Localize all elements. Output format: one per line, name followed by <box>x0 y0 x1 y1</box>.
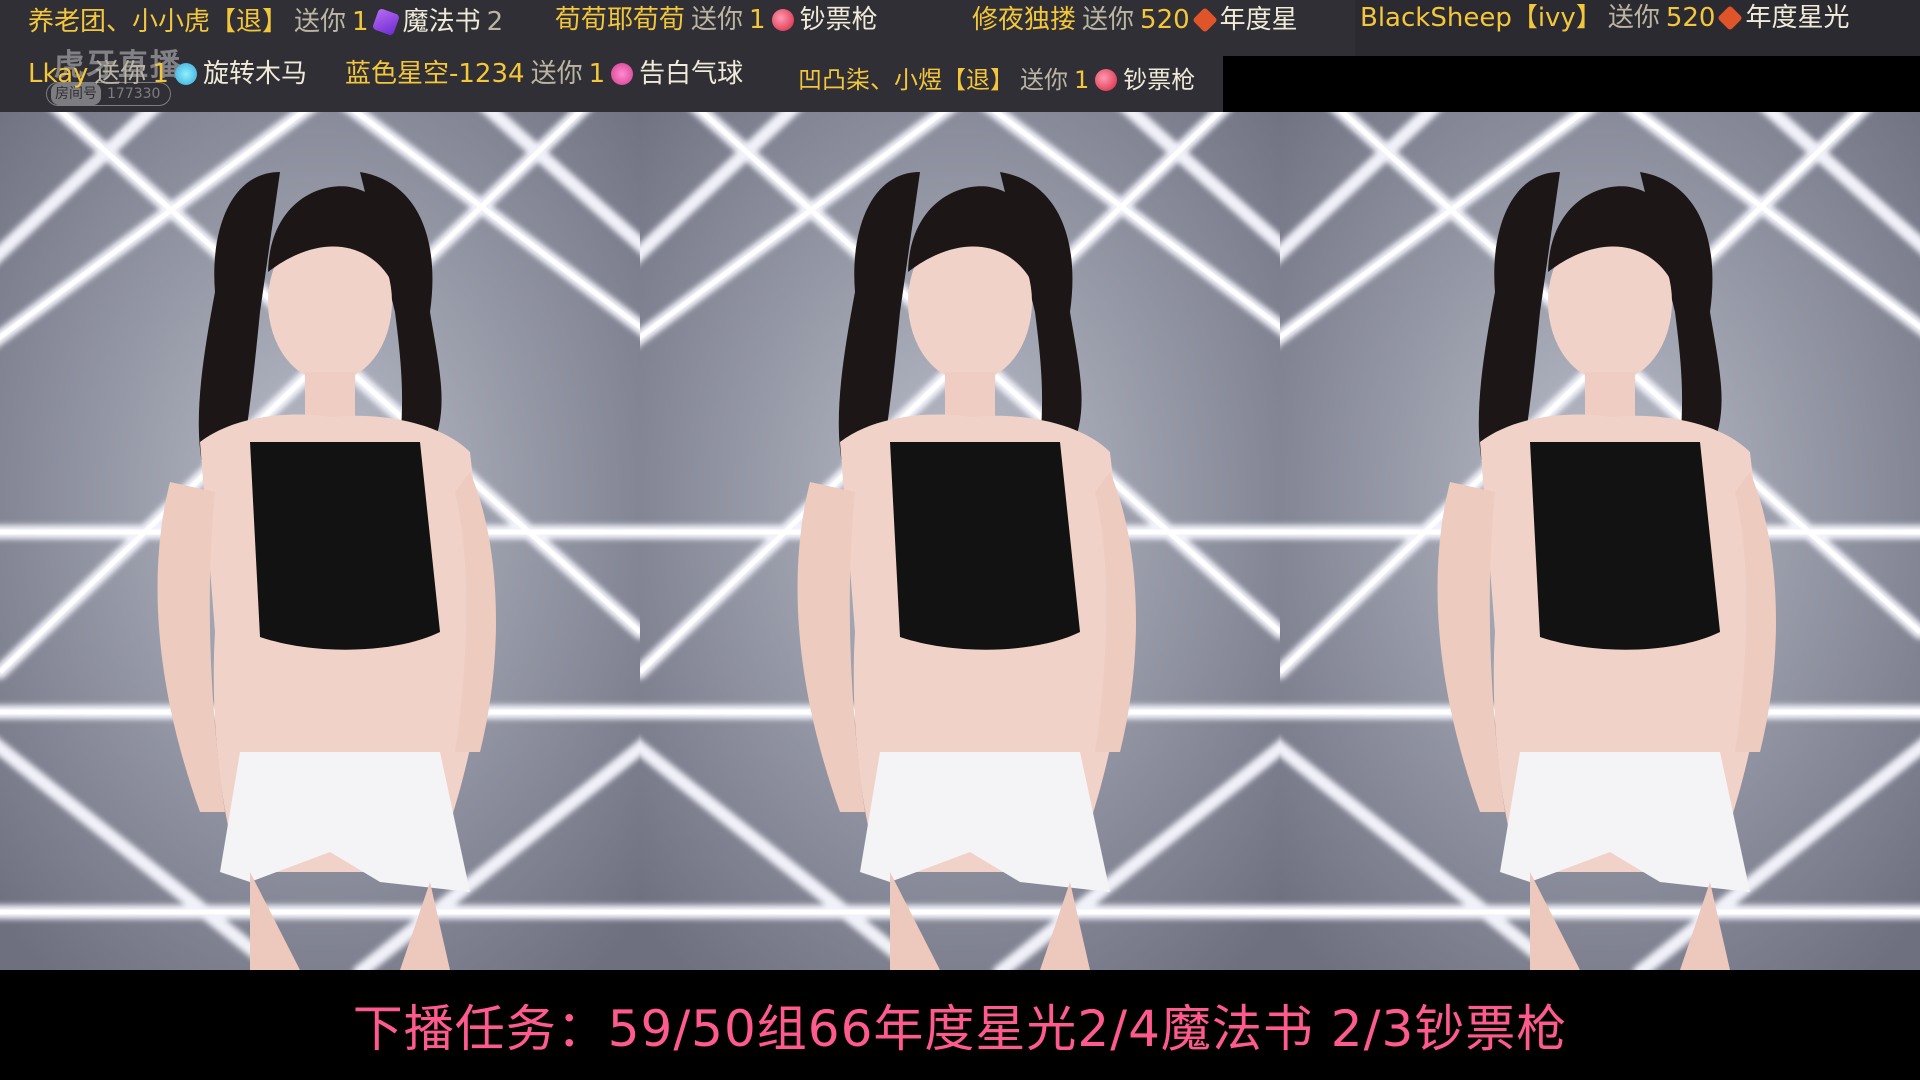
money-gun-icon <box>1095 69 1118 91</box>
gift-sender: 凹凸柒、小煜【退】 <box>798 66 1014 94</box>
gift-verb: 送你 <box>1082 5 1135 35</box>
streamer-dance-scene <box>640 112 1280 970</box>
gift-count: 520 <box>1140 5 1190 35</box>
gift-verb: 送你 <box>1607 3 1660 33</box>
stream-video-panel-right[interactable] <box>1280 112 1920 970</box>
gift-message: BlackSheep【ivy】 送你 520 年度星光 <box>1360 0 1850 38</box>
gift-sender: BlackSheep【ivy】 <box>1360 3 1602 33</box>
stream-video-panel-center[interactable] <box>640 112 1280 970</box>
gift-sender: Lkay <box>28 59 89 89</box>
gift-sender: 修夜独搂 <box>972 5 1077 35</box>
gift-sender: 蓝色星空-1234 <box>345 59 525 89</box>
gift-count: 1 <box>588 59 606 89</box>
stream-task-caption: 下播任务：59/50组66年度星光2/4魔法书 2/3钞票枪 <box>352 1000 1568 1058</box>
streamer-dance-scene <box>1280 112 1920 970</box>
gift-count: 1 <box>352 7 369 37</box>
gift-message: 养老团、小小虎【退】 送你 1 魔法书 2 <box>28 2 503 42</box>
gift-sender: 荀荀耶荀荀 <box>555 5 686 35</box>
annual-star-icon <box>1717 5 1744 31</box>
money-gun-icon <box>771 9 794 31</box>
gift-bar-empty-area <box>1223 56 1920 112</box>
gift-name: 钞票枪 <box>1123 66 1196 94</box>
gift-message: 蓝色星空-1234 送你 1 告白气球 <box>345 54 743 94</box>
carousel-icon <box>174 63 197 85</box>
gift-verb: 送你 <box>94 59 147 89</box>
gift-message: Lkay 送你 1 旋转木马 <box>28 54 307 94</box>
gift-notification-bar: 虎牙直播 房间号 177330 养老团、小小虎【退】 送你 1 魔法书 2 荀荀… <box>0 0 1920 112</box>
gift-count: 520 <box>1665 3 1716 33</box>
gift-message: 凹凸柒、小煜【退】 送你 1 钞票枪 <box>798 60 1195 100</box>
gift-overflow-text: 2 <box>486 7 504 37</box>
gift-verb: 送你 <box>294 7 347 37</box>
gift-sender: 养老团、小小虎【退】 <box>28 7 289 37</box>
gift-count: 1 <box>749 5 766 35</box>
magic-book-icon <box>371 7 400 37</box>
gift-name: 年度星 <box>1219 5 1298 35</box>
gift-verb: 送你 <box>530 59 583 89</box>
gift-count: 1 <box>1074 66 1090 94</box>
stream-video-panel-left[interactable] <box>0 112 640 970</box>
streamer-dance-scene <box>0 112 640 970</box>
gift-count: 1 <box>152 59 169 89</box>
annual-star-icon <box>1191 7 1218 33</box>
gift-name: 魔法书 <box>402 7 481 37</box>
gift-message: 荀荀耶荀荀 送你 1 钞票枪 <box>555 0 878 40</box>
gift-name: 旋转木马 <box>202 59 307 89</box>
gift-verb: 送你 <box>691 5 744 35</box>
love-balloon-icon <box>611 63 634 85</box>
gift-name: 年度星光 <box>1745 3 1850 33</box>
gift-name: 告白气球 <box>639 59 744 89</box>
gift-name: 钞票枪 <box>799 5 878 35</box>
gift-message: 修夜独搂 送你 520 年度星 <box>972 0 1298 40</box>
gift-verb: 送你 <box>1020 66 1068 94</box>
